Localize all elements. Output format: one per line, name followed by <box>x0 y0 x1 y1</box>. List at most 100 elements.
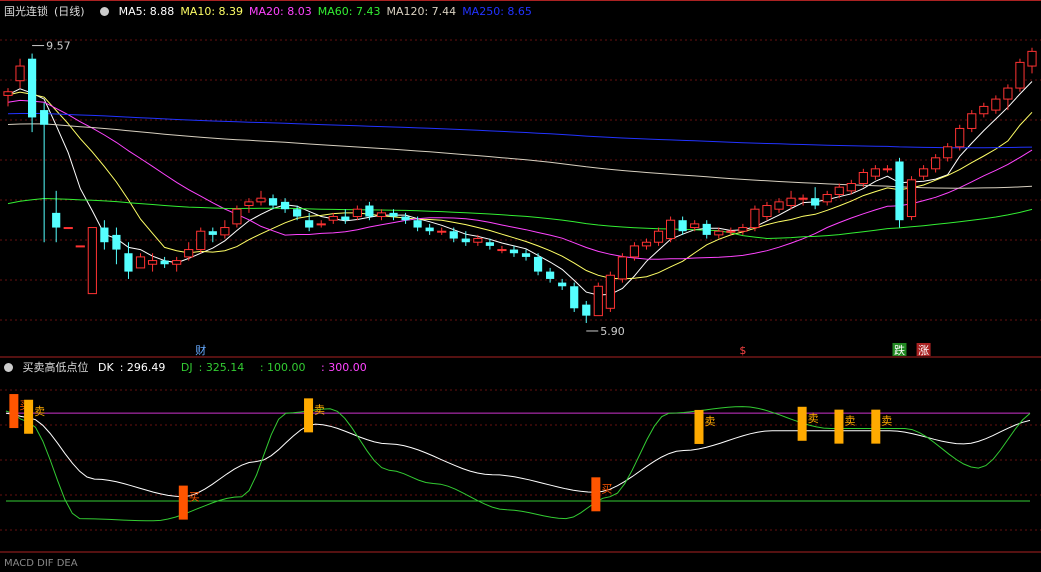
candle-body <box>341 216 350 221</box>
candle-body <box>100 227 109 243</box>
candle-body <box>352 208 362 218</box>
candle-body <box>593 285 603 317</box>
candle-body <box>991 98 1001 111</box>
kline-chart: 9.575.90财$跌涨买卖买卖买卖卖卖卖 <box>0 0 1041 553</box>
candle-body <box>147 260 158 265</box>
candle-body <box>678 220 687 232</box>
candle-body <box>461 238 470 243</box>
candle-body <box>798 197 808 200</box>
candle-body <box>895 161 904 221</box>
ma-legend-ma5: MA5: 8.88 <box>118 5 175 18</box>
price-annotation-label: 5.90 <box>600 325 625 338</box>
dj-value: 325.14 <box>205 361 245 374</box>
candle-body <box>979 105 989 115</box>
candle-body <box>714 230 724 236</box>
candle-body <box>328 216 338 221</box>
ma-legend-ma20: MA20: 8.03 <box>249 5 312 18</box>
candle-body <box>665 219 676 240</box>
signal-bar <box>178 485 188 520</box>
signal-bar <box>797 406 807 441</box>
stock-title: 国光连锁 (日线) <box>4 5 94 18</box>
candle-body <box>774 201 784 210</box>
candle-body <box>497 249 507 252</box>
candle-body <box>280 201 290 210</box>
candle-body <box>172 260 182 265</box>
signal-label: 卖 <box>314 403 325 416</box>
candle-body <box>882 168 893 171</box>
candle-body <box>87 227 97 295</box>
candle-body <box>124 253 133 272</box>
candle-body <box>918 168 929 177</box>
candle-body <box>702 223 711 235</box>
candle-body <box>473 238 483 243</box>
candle-body <box>268 198 278 206</box>
signal-bar <box>9 394 19 429</box>
event-marker: 财 <box>195 343 206 357</box>
signal-bar <box>871 409 881 444</box>
settings-dot-icon[interactable] <box>100 7 110 16</box>
dj-label: DJ <box>180 361 193 374</box>
candle-body <box>208 231 217 235</box>
candle-body <box>943 146 953 159</box>
signal-label: 卖 <box>704 415 715 428</box>
candle-body <box>256 197 266 203</box>
ma-legend-ma250: MA250: 8.65 <box>462 5 532 18</box>
candle-body <box>63 227 73 230</box>
indicator-header: 买卖高低点位 DK: 296.49 DJ: 325.14 : 100.00 : … <box>4 360 379 376</box>
candle-body <box>738 227 748 232</box>
ma-line-ma60 <box>7 197 1033 240</box>
period: (日线) <box>54 5 85 18</box>
footer-text: MACD DIF DEA <box>4 558 78 569</box>
candle-body <box>750 208 760 229</box>
ma-legend-ma120: MA120: 7.44 <box>386 5 457 18</box>
candle-body <box>1015 61 1025 89</box>
candle-body <box>786 197 796 207</box>
candle-body <box>822 194 832 203</box>
signal-bar <box>304 398 314 433</box>
candle-body <box>811 198 820 206</box>
candle-body <box>931 157 941 170</box>
candle-body <box>570 286 579 309</box>
indicator-name: 买卖高低点位 <box>22 361 89 374</box>
signal-bar <box>834 409 844 444</box>
ma-legend-ma10: MA10: 8.39 <box>180 5 244 18</box>
candle-body <box>1003 87 1013 100</box>
signal-label: 买 <box>189 491 200 504</box>
candle-body <box>305 220 314 228</box>
candle-body <box>52 212 61 228</box>
candle-body <box>244 201 254 207</box>
candle-body <box>135 256 146 269</box>
candle-body <box>858 171 868 184</box>
indicator-dot-icon[interactable] <box>4 363 13 372</box>
candle-body <box>316 223 326 226</box>
candle-body <box>232 208 242 225</box>
candle-body <box>160 260 169 265</box>
signal-label: 卖 <box>844 415 855 428</box>
signal-bar <box>24 399 34 434</box>
candle-body <box>425 227 434 232</box>
event-marker: $ <box>739 344 746 357</box>
candle-body <box>449 231 458 239</box>
candle-body <box>582 304 591 316</box>
candle-body <box>413 220 422 228</box>
ma-line-ma250 <box>7 113 1033 149</box>
event-marker: 跌 <box>894 343 905 357</box>
candle-body <box>521 253 531 257</box>
signal-bar <box>694 409 704 444</box>
candle-body <box>870 168 880 177</box>
candle-body <box>485 242 494 246</box>
signal-bar <box>591 477 601 512</box>
candle-body <box>690 223 700 229</box>
candle-body <box>196 230 206 251</box>
signal-label: 卖 <box>808 412 819 425</box>
main-header: 国光连锁 (日线) MA5: 8.88 MA10: 8.39 MA20: 8.03 MA… <box>4 4 544 20</box>
candle-body <box>726 230 736 233</box>
candle-body <box>846 183 856 192</box>
candle-body <box>762 205 772 218</box>
candle-body <box>629 245 640 258</box>
dk-label: DK <box>98 361 114 374</box>
candle-body <box>40 110 49 125</box>
level-high: : 300.00 <box>321 361 367 374</box>
signal-label: 卖 <box>34 405 45 418</box>
signal-label: 买 <box>601 482 612 495</box>
